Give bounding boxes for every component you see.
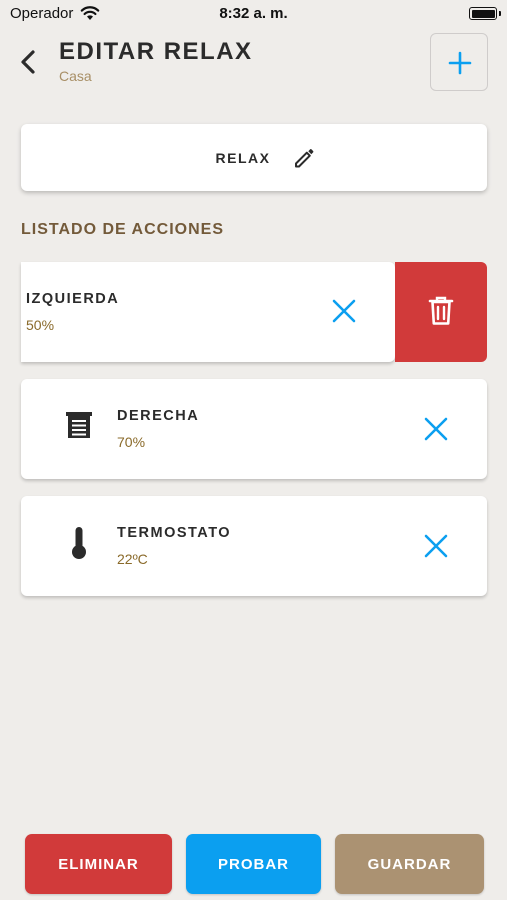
action-card-termostato[interactable]: TERMOSTATO 22ºC — [21, 496, 487, 596]
trash-icon — [428, 296, 454, 325]
status-bar: Operador 8:32 a. m. — [0, 0, 507, 28]
action-value: 50% — [26, 317, 55, 333]
plus-icon — [448, 51, 472, 75]
action-card-izquierda[interactable]: IZQUIERDA 50% — [21, 262, 395, 362]
page-subtitle: Casa — [59, 68, 92, 84]
pencil-icon[interactable] — [292, 146, 316, 170]
action-name: DERECHA — [117, 408, 200, 424]
test-scene-button[interactable]: PROBAR — [186, 834, 321, 894]
action-name: IZQUIERDA — [26, 291, 120, 307]
page-title: EDITAR RELAX — [59, 38, 253, 65]
scene-name-label: RELAX — [215, 149, 271, 166]
close-icon[interactable] — [423, 533, 449, 559]
add-action-button[interactable] — [430, 33, 488, 91]
action-value: 70% — [117, 434, 146, 450]
blind-icon — [66, 412, 92, 438]
clock: 8:32 a. m. — [219, 5, 288, 22]
section-title: LISTADO DE ACCIONES — [21, 221, 225, 238]
back-arrow-icon[interactable] — [16, 48, 40, 76]
delete-scene-button[interactable]: ELIMINAR — [25, 834, 172, 894]
action-name: TERMOSTATO — [117, 525, 232, 541]
action-card-derecha[interactable]: DERECHA 70% — [21, 379, 487, 479]
thermometer-icon — [72, 527, 86, 559]
close-icon[interactable] — [423, 416, 449, 442]
save-scene-button[interactable]: GUARDAR — [335, 834, 484, 894]
action-value: 22ºC — [117, 551, 148, 567]
battery-icon — [469, 7, 501, 20]
close-icon[interactable] — [331, 298, 357, 324]
swipe-delete-button[interactable] — [395, 262, 487, 362]
scene-name-card[interactable]: RELAX — [21, 124, 487, 191]
